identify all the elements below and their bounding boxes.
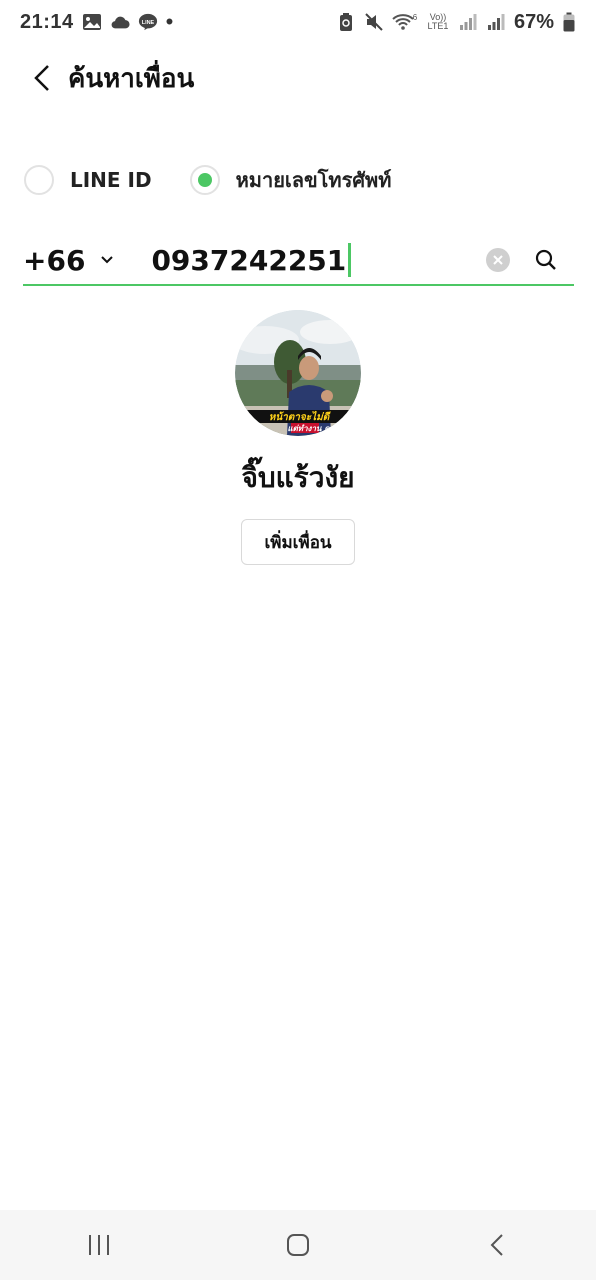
header: ค้นหาเพื่อน	[0, 50, 596, 106]
status-bar-left: 21:14 LINE •	[20, 11, 173, 34]
battery-saver-icon	[336, 12, 356, 32]
add-friend-button[interactable]: เพิ่มเพื่อน	[241, 519, 355, 565]
recent-apps-button[interactable]	[59, 1215, 139, 1275]
volte-lte-indicator: Vo)) LTE1	[426, 12, 450, 32]
back-button[interactable]	[18, 54, 66, 102]
search-button[interactable]	[532, 246, 560, 274]
phone-search-field[interactable]: +66 0937242251	[23, 236, 574, 286]
recent-apps-icon	[89, 1235, 110, 1255]
phone-number-input[interactable]: 0937242251	[151, 243, 352, 277]
avatar-caption-2: แต่ทำงาน ควา	[287, 424, 339, 433]
battery-icon	[562, 12, 576, 32]
chevron-left-icon	[34, 65, 49, 91]
profile-name: จิ๊บแร้วงัย	[241, 461, 355, 494]
radio-phone-number[interactable]: หมายเลขโทรศัพท์	[189, 164, 392, 196]
clear-icon	[493, 255, 503, 265]
status-bar: 21:14 LINE • 6 Vo)) LTE1 67%	[0, 0, 596, 44]
page-title: ค้นหาเพื่อน	[68, 63, 195, 94]
line-badge-text: LINE	[141, 20, 154, 26]
nav-back-button[interactable]	[457, 1215, 537, 1275]
line-app-icon: LINE	[138, 12, 158, 32]
back-icon	[490, 1234, 503, 1256]
avatar-caption-1: หน้าตาจะไม่ดี	[269, 410, 331, 423]
country-code-selector[interactable]: +66	[23, 243, 114, 277]
signal-icon	[458, 12, 478, 32]
mute-icon	[364, 12, 384, 32]
country-code-value: +66	[23, 243, 86, 277]
battery-percent: 67%	[513, 10, 554, 33]
system-nav-bar	[0, 1210, 596, 1280]
wifi-band-label: 6	[413, 13, 418, 22]
avatar[interactable]: หน้าตาจะไม่ดี แต่ทำงาน ควา	[235, 310, 361, 436]
wifi-icon: 6	[392, 12, 418, 32]
signal-icon	[486, 12, 506, 32]
home-icon	[286, 1234, 309, 1256]
notification-dot: •	[165, 9, 174, 34]
search-type-options: LINE ID หมายเลขโทรศัพท์	[24, 164, 391, 196]
radio-label-phone-number: หมายเลขโทรศัพท์	[235, 168, 392, 192]
status-bar-right: 6 Vo)) LTE1 67%	[336, 11, 576, 34]
phone-number-value: 0937242251	[151, 243, 347, 277]
home-button[interactable]	[258, 1215, 338, 1275]
radio-label-line-id: LINE ID	[70, 168, 152, 192]
radio-line-id[interactable]: LINE ID	[24, 165, 152, 195]
radio-selected-dot	[197, 173, 212, 187]
status-time: 21:14	[20, 10, 74, 33]
gallery-icon	[82, 12, 102, 32]
clear-button[interactable]	[486, 248, 510, 272]
lte-label: LTE1	[427, 21, 449, 31]
search-icon	[535, 249, 556, 270]
radio-circle-selected[interactable]	[189, 165, 220, 195]
radio-circle-unselected[interactable]	[24, 165, 54, 195]
chevron-down-icon	[101, 256, 114, 264]
text-caret	[348, 243, 352, 277]
cloud-icon	[110, 12, 130, 32]
